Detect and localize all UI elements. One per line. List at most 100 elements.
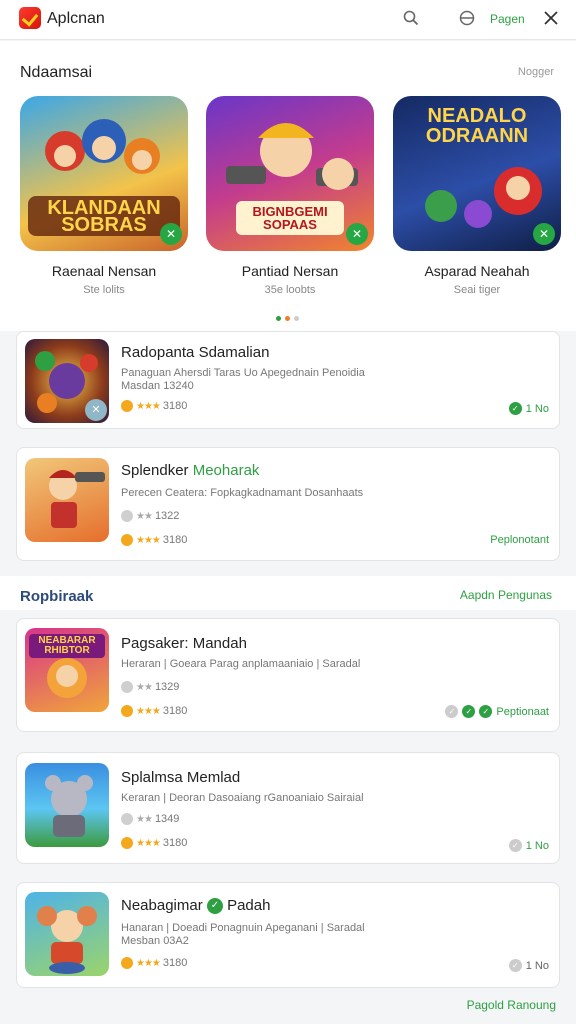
sub-rating-row: ★★ 1329 — [121, 681, 179, 693]
top-page-link[interactable]: Pagen — [490, 12, 525, 26]
game-title: Neabagimar ✓ Padah — [121, 897, 271, 915]
stars-icon: ★★★ — [136, 705, 161, 717]
close-icon[interactable] — [542, 9, 560, 27]
install-button[interactable]: ✓ 1 No — [508, 959, 549, 972]
coin-icon — [121, 837, 133, 849]
install-label: Peplonotant — [490, 534, 549, 546]
rating-row: ★★★ 3180 — [121, 957, 187, 969]
game-list-item[interactable]: Splendker Meoharak Perecen Ceatera: Fopk… — [16, 447, 560, 561]
rating-row: ★★★ 3180 — [121, 400, 187, 412]
carousel-dots[interactable] — [276, 316, 299, 321]
game-thumbnail — [25, 892, 109, 976]
game-title-text: Neabagimar — [121, 897, 203, 914]
section2-link[interactable]: Aapdn Pengunas — [460, 588, 552, 602]
stars-icon: ★★ — [136, 681, 153, 693]
stars-icon: ★★ — [136, 510, 153, 522]
sub-rating-row: ★★ 1322 — [121, 510, 179, 522]
grey-coin-icon — [121, 681, 133, 693]
game-thumbnail — [25, 458, 109, 542]
game-description: Keraran | Deoran Dasoaiang rGanoaniaio S… — [121, 792, 364, 804]
rating-value: 3180 — [162, 705, 188, 717]
game-title-suffix: Padah — [227, 897, 271, 914]
install-label: Peptionaat — [496, 705, 549, 718]
stars-icon: ★★★ — [136, 400, 161, 412]
game-thumbnail: ✕ — [25, 339, 109, 423]
rating-value: 3180 — [162, 534, 188, 546]
check-icon: ✓ — [508, 402, 522, 415]
game-description: Heraran | Goeara Parag anplamaaniaio | S… — [121, 658, 361, 670]
coin-icon — [121, 534, 133, 546]
featured-more-link[interactable]: Nogger — [518, 66, 554, 78]
coin-icon — [121, 957, 133, 969]
game-title: Radopanta Sdamalian — [121, 344, 270, 361]
grey-coin-icon — [121, 510, 133, 522]
rating-value: 3180 — [162, 837, 188, 849]
install-label: 1 No — [525, 402, 549, 415]
game-description: Panaguan Ahersdi Taras Uo Apegednain Pen… — [121, 367, 365, 379]
footer-link[interactable]: Pagold Ranoung — [467, 998, 556, 1012]
carousel-dot[interactable] — [294, 316, 299, 321]
featured-game-name: Raenaal Nensan — [51, 263, 157, 279]
install-button[interactable]: Peplonotant — [490, 534, 549, 546]
game-description: Hanaran | Doeadi Ponagnuin Apeganani | S… — [121, 922, 365, 934]
install-button[interactable]: ✓ 1 No — [508, 839, 549, 852]
rating-value: 3180 — [162, 400, 188, 412]
game-title-highlight: Meoharak — [192, 462, 260, 479]
status-icon: ✓ — [445, 705, 459, 718]
coin-icon — [121, 705, 133, 717]
install-button[interactable]: ✓ 1 No — [508, 402, 549, 415]
game-description-2: Mesban 03A2 — [121, 935, 189, 947]
game-description-2: Masdan 13240 — [121, 380, 194, 392]
check-icon: ✓ — [508, 839, 522, 852]
app-title: Aplcnan — [47, 10, 105, 27]
rating-row: ★★★ 3180 — [121, 837, 187, 849]
game-title: Splendker Meoharak — [121, 462, 259, 479]
featured-game-sub: 35e loobts — [264, 284, 316, 296]
app-header: Aplcnan Pagen — [0, 0, 576, 40]
sub-rating-row: ★★ 1349 — [121, 813, 179, 825]
check-icon[interactable]: ✕ — [346, 223, 368, 245]
sub-rating-value: 1349 — [154, 813, 180, 825]
rating-value: 3180 — [162, 957, 188, 969]
game-thumbnail — [25, 763, 109, 847]
featured-game-sub: Seai tiger — [453, 284, 501, 296]
install-label: 1 No — [525, 839, 549, 852]
game-list-item[interactable]: NEABARAR RHIBTOR Pagsaker: Mandah Herara… — [16, 618, 560, 732]
featured-game-name: Asparad Neahah — [424, 263, 530, 279]
check-icon: ✓ — [462, 705, 476, 718]
featured-title: Ndaamsai — [20, 64, 93, 81]
featured-game-card[interactable]: BIGNBGEMI SOPAAS ✕ — [206, 96, 374, 251]
game-thumbnail: NEABARAR RHIBTOR — [25, 628, 109, 712]
game-list-item[interactable]: Neabagimar ✓ Padah Hanaran | Doeadi Pona… — [16, 882, 560, 988]
game-art-text: BIGNBGEMI SOPAAS — [252, 204, 328, 232]
game-description: Perecen Ceatera: Fopkagkadnamant Dosanha… — [121, 487, 364, 499]
check-icon: ✕ — [85, 399, 107, 421]
install-label: 1 No — [525, 959, 549, 972]
featured-game-card[interactable]: KLANDAAN SOBRAS ✕ — [20, 96, 188, 251]
check-icon: ✓ — [479, 705, 493, 718]
check-icon[interactable]: ✕ — [160, 223, 182, 245]
sub-rating-value: 1329 — [154, 681, 180, 693]
game-art-text: NEABARAR RHIBTOR — [38, 635, 96, 656]
game-list-item[interactable]: ✕ Radopanta Sdamalian Panaguan Ahersdi T… — [16, 331, 560, 429]
game-art-text: KLANDAAN SOBRAS — [47, 197, 161, 236]
carousel-dot[interactable] — [285, 316, 290, 321]
rating-row: ★★★ 3180 — [121, 534, 187, 546]
verified-icon: ✓ — [206, 898, 223, 915]
sub-rating-value: 1322 — [154, 510, 180, 522]
stars-icon: ★★★ — [136, 957, 161, 969]
game-list-item[interactable]: Splalmsa Memlad Keraran | Deoran Dasoaia… — [16, 752, 560, 864]
featured-game-sub: Ste lolits — [83, 284, 125, 296]
featured-game-card[interactable]: NEADALO ODRAANN ✕ — [393, 96, 561, 251]
check-icon: ✓ — [508, 959, 522, 972]
game-art-text: NEADALO ODRAANN — [425, 105, 529, 147]
game-title: Pagsaker: Mandah — [121, 635, 247, 652]
search-icon[interactable] — [403, 10, 419, 26]
featured-game-name: Pantiad Nersan — [241, 263, 339, 279]
install-button[interactable]: ✓ ✓ ✓ Peptionaat — [445, 705, 549, 718]
carousel-dot[interactable] — [276, 316, 281, 321]
filter-icon[interactable] — [459, 10, 475, 26]
game-title-text: Splendker — [121, 462, 189, 479]
check-icon[interactable]: ✕ — [533, 223, 555, 245]
stars-icon: ★★★ — [136, 534, 161, 546]
